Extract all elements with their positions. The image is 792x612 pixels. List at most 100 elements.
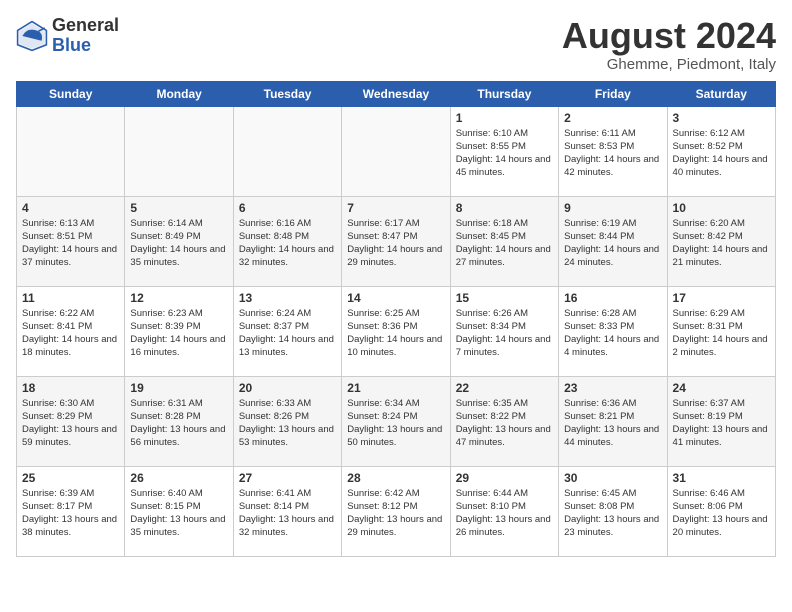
day-number: 31 bbox=[673, 471, 770, 485]
day-info: Sunrise: 6:12 AM Sunset: 8:52 PM Dayligh… bbox=[673, 127, 770, 180]
day-info: Sunrise: 6:37 AM Sunset: 8:19 PM Dayligh… bbox=[673, 397, 770, 450]
calendar-day-cell bbox=[233, 106, 341, 196]
calendar-day-cell: 25Sunrise: 6:39 AM Sunset: 8:17 PM Dayli… bbox=[17, 466, 125, 556]
day-number: 1 bbox=[456, 111, 553, 125]
calendar-body: 1 Sunrise: 6:10 AM Sunset: 8:55 PM Daylig… bbox=[17, 106, 776, 556]
calendar-table: SundayMondayTuesdayWednesdayThursdayFrid… bbox=[16, 81, 776, 557]
calendar-week-row: 11 Sunrise: 6:22 AM Sunset: 8:41 PM Dayli… bbox=[17, 286, 776, 376]
calendar-day-cell bbox=[17, 106, 125, 196]
calendar-day-cell: 30 Sunrise: 6:45 AM Sunset: 8:08 PM Dayli… bbox=[559, 466, 667, 556]
day-info: Sunrise: 6:34 AM Sunset: 8:24 PM Dayligh… bbox=[347, 397, 444, 450]
day-info: Sunrise: 6:41 AM Sunset: 8:14 PM Dayligh… bbox=[239, 487, 336, 540]
day-info: Sunrise: 6:24 AM Sunset: 8:37 PM Dayligh… bbox=[239, 307, 336, 360]
day-number: 21 bbox=[347, 381, 444, 395]
page-header: General Blue August 2024 Ghemme, Piedmon… bbox=[16, 16, 776, 73]
day-info: Sunrise: 6:45 AM Sunset: 8:08 PM Dayligh… bbox=[564, 487, 661, 540]
logo-icon bbox=[16, 20, 48, 52]
day-info: Sunrise: 6:35 AM Sunset: 8:22 PM Dayligh… bbox=[456, 397, 553, 450]
day-info: Sunrise: 6:26 AM Sunset: 8:34 PM Dayligh… bbox=[456, 307, 553, 360]
calendar-day-cell: 23 Sunrise: 6:36 AM Sunset: 8:21 PM Dayli… bbox=[559, 376, 667, 466]
day-info: Sunrise: 6:28 AM Sunset: 8:33 PM Dayligh… bbox=[564, 307, 661, 360]
calendar-week-row: 4Sunrise: 6:13 AM Sunset: 8:51 PM Daylig… bbox=[17, 196, 776, 286]
day-number: 13 bbox=[239, 291, 336, 305]
month-year-title: August 2024 bbox=[562, 16, 776, 56]
day-of-week-header: Thursday bbox=[450, 81, 558, 106]
calendar-day-cell: 3 Sunrise: 6:12 AM Sunset: 8:52 PM Daylig… bbox=[667, 106, 775, 196]
day-info: Sunrise: 6:18 AM Sunset: 8:45 PM Dayligh… bbox=[456, 217, 553, 270]
day-number: 5 bbox=[130, 201, 227, 215]
day-info: Sunrise: 6:17 AM Sunset: 8:47 PM Dayligh… bbox=[347, 217, 444, 270]
day-number: 3 bbox=[673, 111, 770, 125]
day-info: Sunrise: 6:40 AM Sunset: 8:15 PM Dayligh… bbox=[130, 487, 227, 540]
day-info: Sunrise: 6:16 AM Sunset: 8:48 PM Dayligh… bbox=[239, 217, 336, 270]
day-info: Sunrise: 6:44 AM Sunset: 8:10 PM Dayligh… bbox=[456, 487, 553, 540]
day-number: 9 bbox=[564, 201, 661, 215]
day-info: Sunrise: 6:30 AM Sunset: 8:29 PM Dayligh… bbox=[22, 397, 119, 450]
logo-text: General Blue bbox=[52, 16, 119, 56]
day-info: Sunrise: 6:19 AM Sunset: 8:44 PM Dayligh… bbox=[564, 217, 661, 270]
calendar-day-cell: 10Sunrise: 6:20 AM Sunset: 8:42 PM Dayli… bbox=[667, 196, 775, 286]
calendar-day-cell: 12Sunrise: 6:23 AM Sunset: 8:39 PM Dayli… bbox=[125, 286, 233, 376]
calendar-day-cell: 4Sunrise: 6:13 AM Sunset: 8:51 PM Daylig… bbox=[17, 196, 125, 286]
calendar-day-cell: 16Sunrise: 6:28 AM Sunset: 8:33 PM Dayli… bbox=[559, 286, 667, 376]
calendar-day-cell: 19Sunrise: 6:31 AM Sunset: 8:28 PM Dayli… bbox=[125, 376, 233, 466]
day-number: 2 bbox=[564, 111, 661, 125]
day-number: 8 bbox=[456, 201, 553, 215]
location-subtitle: Ghemme, Piedmont, Italy bbox=[562, 56, 776, 73]
calendar-week-row: 18Sunrise: 6:30 AM Sunset: 8:29 PM Dayli… bbox=[17, 376, 776, 466]
day-info: Sunrise: 6:14 AM Sunset: 8:49 PM Dayligh… bbox=[130, 217, 227, 270]
calendar-day-cell: 5 Sunrise: 6:14 AM Sunset: 8:49 PM Daylig… bbox=[125, 196, 233, 286]
calendar-day-cell bbox=[342, 106, 450, 196]
day-of-week-header: Friday bbox=[559, 81, 667, 106]
calendar-day-cell: 29 Sunrise: 6:44 AM Sunset: 8:10 PM Dayli… bbox=[450, 466, 558, 556]
calendar-day-cell: 9 Sunrise: 6:19 AM Sunset: 8:44 PM Daylig… bbox=[559, 196, 667, 286]
day-of-week-header: Wednesday bbox=[342, 81, 450, 106]
day-number: 23 bbox=[564, 381, 661, 395]
calendar-day-cell: 31 Sunrise: 6:46 AM Sunset: 8:06 PM Dayli… bbox=[667, 466, 775, 556]
day-number: 27 bbox=[239, 471, 336, 485]
day-number: 22 bbox=[456, 381, 553, 395]
calendar-day-cell: 27 Sunrise: 6:41 AM Sunset: 8:14 PM Dayli… bbox=[233, 466, 341, 556]
calendar-day-cell: 21 Sunrise: 6:34 AM Sunset: 8:24 PM Dayli… bbox=[342, 376, 450, 466]
calendar-day-cell: 17Sunrise: 6:29 AM Sunset: 8:31 PM Dayli… bbox=[667, 286, 775, 376]
calendar-day-cell: 22 Sunrise: 6:35 AM Sunset: 8:22 PM Dayli… bbox=[450, 376, 558, 466]
calendar-day-cell: 7Sunrise: 6:17 AM Sunset: 8:47 PM Daylig… bbox=[342, 196, 450, 286]
calendar-day-cell: 15 Sunrise: 6:26 AM Sunset: 8:34 PM Dayli… bbox=[450, 286, 558, 376]
calendar-header: SundayMondayTuesdayWednesdayThursdayFrid… bbox=[17, 81, 776, 106]
calendar-week-row: 1 Sunrise: 6:10 AM Sunset: 8:55 PM Daylig… bbox=[17, 106, 776, 196]
day-info: Sunrise: 6:11 AM Sunset: 8:53 PM Dayligh… bbox=[564, 127, 661, 180]
calendar-day-cell: 20Sunrise: 6:33 AM Sunset: 8:26 PM Dayli… bbox=[233, 376, 341, 466]
day-number: 11 bbox=[22, 291, 119, 305]
day-number: 24 bbox=[673, 381, 770, 395]
day-number: 25 bbox=[22, 471, 119, 485]
day-info: Sunrise: 6:36 AM Sunset: 8:21 PM Dayligh… bbox=[564, 397, 661, 450]
day-info: Sunrise: 6:33 AM Sunset: 8:26 PM Dayligh… bbox=[239, 397, 336, 450]
day-info: Sunrise: 6:23 AM Sunset: 8:39 PM Dayligh… bbox=[130, 307, 227, 360]
day-number: 14 bbox=[347, 291, 444, 305]
calendar-day-cell: 8 Sunrise: 6:18 AM Sunset: 8:45 PM Daylig… bbox=[450, 196, 558, 286]
calendar-week-row: 25Sunrise: 6:39 AM Sunset: 8:17 PM Dayli… bbox=[17, 466, 776, 556]
calendar-day-cell: 11 Sunrise: 6:22 AM Sunset: 8:41 PM Dayli… bbox=[17, 286, 125, 376]
day-number: 29 bbox=[456, 471, 553, 485]
day-info: Sunrise: 6:42 AM Sunset: 8:12 PM Dayligh… bbox=[347, 487, 444, 540]
day-number: 6 bbox=[239, 201, 336, 215]
day-number: 17 bbox=[673, 291, 770, 305]
day-number: 15 bbox=[456, 291, 553, 305]
day-info: Sunrise: 6:22 AM Sunset: 8:41 PM Dayligh… bbox=[22, 307, 119, 360]
calendar-day-cell: 24 Sunrise: 6:37 AM Sunset: 8:19 PM Dayli… bbox=[667, 376, 775, 466]
day-of-week-header: Sunday bbox=[17, 81, 125, 106]
day-info: Sunrise: 6:46 AM Sunset: 8:06 PM Dayligh… bbox=[673, 487, 770, 540]
calendar-day-cell: 2 Sunrise: 6:11 AM Sunset: 8:53 PM Daylig… bbox=[559, 106, 667, 196]
day-info: Sunrise: 6:10 AM Sunset: 8:55 PM Dayligh… bbox=[456, 127, 553, 180]
calendar-day-cell: 6 Sunrise: 6:16 AM Sunset: 8:48 PM Daylig… bbox=[233, 196, 341, 286]
day-info: Sunrise: 6:13 AM Sunset: 8:51 PM Dayligh… bbox=[22, 217, 119, 270]
day-number: 26 bbox=[130, 471, 227, 485]
day-info: Sunrise: 6:25 AM Sunset: 8:36 PM Dayligh… bbox=[347, 307, 444, 360]
day-of-week-header: Monday bbox=[125, 81, 233, 106]
title-block: August 2024 Ghemme, Piedmont, Italy bbox=[562, 16, 776, 73]
days-of-week-row: SundayMondayTuesdayWednesdayThursdayFrid… bbox=[17, 81, 776, 106]
calendar-day-cell: 18Sunrise: 6:30 AM Sunset: 8:29 PM Dayli… bbox=[17, 376, 125, 466]
day-number: 30 bbox=[564, 471, 661, 485]
logo: General Blue bbox=[16, 16, 119, 56]
calendar-day-cell: 13 Sunrise: 6:24 AM Sunset: 8:37 PM Dayli… bbox=[233, 286, 341, 376]
